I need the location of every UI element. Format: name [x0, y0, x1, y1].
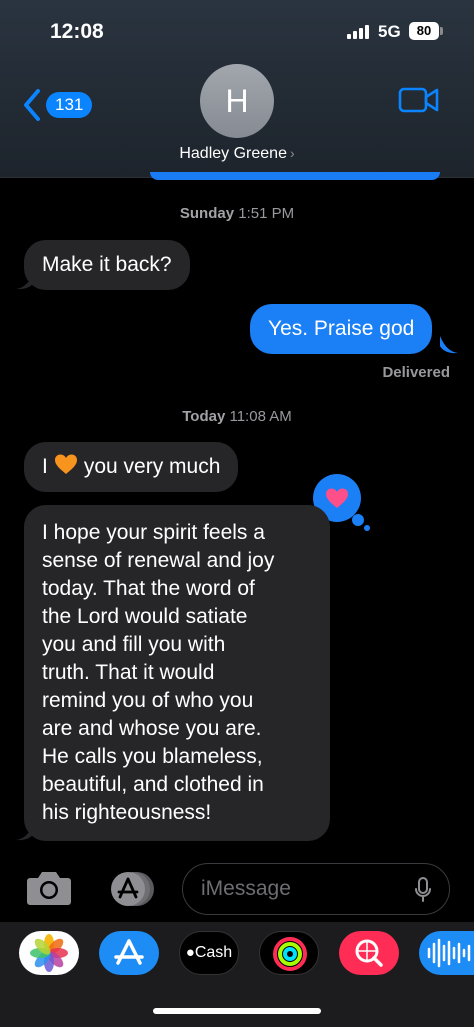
message-bubble-incoming[interactable]: I hope your spirit feels a sense of rene…: [24, 505, 330, 841]
tapback-tail: [364, 525, 370, 531]
bubble-tail: [440, 336, 458, 354]
microphone-icon[interactable]: [415, 877, 431, 903]
battery-tip: [440, 27, 443, 35]
image-search-app[interactable]: [339, 931, 399, 975]
timestamp: Sunday 1:51 PM: [0, 205, 474, 222]
imessage-field[interactable]: [182, 863, 450, 915]
tapback-tail: [352, 514, 364, 526]
avatar[interactable]: H: [200, 64, 274, 138]
message-line: you and fill you with: [42, 633, 226, 656]
message-line: truth. That it would: [42, 661, 215, 684]
message-text: you very much: [83, 455, 221, 478]
message-text: Yes. Praise god: [268, 317, 415, 340]
camera-button[interactable]: [26, 868, 72, 911]
back-button[interactable]: 131: [22, 88, 94, 124]
timestamp: Today 11:08 AM: [0, 408, 474, 425]
heart-icon: [326, 488, 348, 508]
message-text: Make it back?: [42, 253, 172, 276]
app-drawer: ●Cash: [0, 922, 474, 1027]
timestamp-day: Today: [182, 408, 226, 425]
message-line: remind you of who you: [42, 689, 254, 712]
status-time: 12:08: [50, 20, 104, 43]
app-store-icon: [111, 872, 154, 906]
conversation-header: 12:08 5G 80 131 H Hadley Greene ›: [0, 0, 474, 178]
delivered-status: Delivered: [382, 364, 450, 381]
battery-icon: 80: [409, 22, 439, 40]
timestamp-day: Sunday: [179, 205, 235, 222]
activity-icon: [273, 937, 307, 971]
apple-logo-icon: ●: [185, 944, 195, 961]
message-line: beautiful, and clothed in: [42, 773, 264, 796]
cash-label: Cash: [194, 944, 233, 961]
photos-icon: [30, 934, 68, 972]
timestamp-time: 1:51 PM: [238, 205, 295, 222]
message-line: today. That the word of: [42, 577, 255, 600]
audio-message-app[interactable]: [419, 931, 474, 975]
app-store-icon: [114, 939, 144, 965]
home-indicator[interactable]: [153, 1008, 321, 1014]
contact-name: Hadley Greene: [179, 145, 287, 162]
apps-button[interactable]: [103, 871, 154, 907]
previous-message-bubble-edge: [150, 172, 440, 180]
chevron-right-icon: ›: [289, 145, 295, 161]
orange-heart-icon: [54, 454, 77, 474]
message-line: are and whose you are.: [42, 717, 262, 740]
video-camera-icon: [398, 87, 439, 113]
message-input[interactable]: [201, 864, 411, 913]
message-line: his righteousness!: [42, 801, 212, 824]
message-bubble-outgoing[interactable]: Yes. Praise god: [250, 304, 433, 354]
camera-icon: [27, 872, 71, 905]
timestamp-time: 11:08 AM: [229, 408, 292, 425]
contact-name-button[interactable]: Hadley Greene ›: [0, 145, 474, 163]
message-text: I: [42, 455, 48, 478]
message-line: sense of renewal and joy: [42, 549, 275, 572]
photos-app[interactable]: [19, 931, 79, 975]
apple-cash-app[interactable]: ●Cash: [179, 931, 239, 975]
activity-app[interactable]: [259, 931, 319, 975]
app-store-app[interactable]: [99, 931, 159, 975]
message-line: the Lord would satiate: [42, 605, 248, 628]
chevron-left-icon: [24, 89, 40, 121]
audio-message-icon: [427, 938, 471, 968]
message-line: He calls you blameless,: [42, 745, 263, 768]
facetime-video-button[interactable]: [398, 86, 440, 119]
message-bubble-incoming[interactable]: Iyou very much: [24, 442, 239, 492]
unread-count-badge: 131: [46, 92, 93, 118]
message-line: I hope your spirit feels a: [42, 521, 265, 544]
signal-icon: [347, 25, 371, 39]
network-type: 5G: [378, 22, 401, 41]
search-images-icon: [355, 939, 383, 967]
message-bubble-incoming[interactable]: Make it back?: [24, 240, 190, 290]
